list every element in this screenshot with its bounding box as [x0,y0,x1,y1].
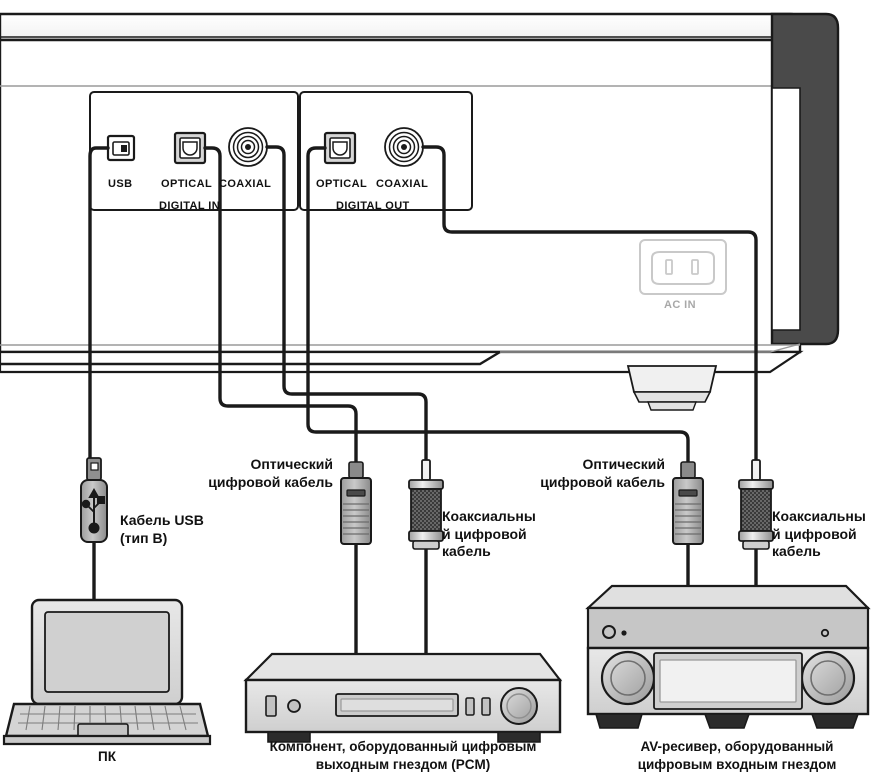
cable-label-coaxial-left-line3: кабель [442,543,491,559]
connection-diagram: USB OPTICAL COAXIAL DIGITAL IN OPTICAL C… [0,0,886,779]
cable-label-usb-line1: Кабель USB [120,512,204,528]
optical-plug-icon-left [340,461,372,662]
port-group-label-digital-in: DIGITAL IN [159,200,221,212]
usb-b-socket-icon[interactable] [106,134,136,162]
port-label-optical-in: OPTICAL [161,178,213,190]
ac-inlet-icon[interactable] [639,239,727,295]
cable-label-optical-left-line2: цифровой кабель [208,473,333,490]
diagram-canvas [0,12,871,746]
cable-label-coaxial-right-line2: й цифровой [772,525,857,542]
cable-label-optical-right-line1: Оптический [582,456,665,472]
device-caption-component: Компонент, оборудованный цифровым выходн… [228,738,578,773]
cable-label-coaxial-left-line2: й цифровой [442,525,527,542]
main-unit-rear [0,12,840,411]
cd-player-icon [243,652,563,743]
device-caption-av-receiver-line2: цифровым входным гнездом [637,756,837,772]
device-caption-av-receiver-line1: AV-ресивер, оборудованный [640,739,834,754]
optical-socket-icon-in[interactable] [173,131,207,165]
cable-label-coaxial-right-line1: Коаксиальны [772,508,866,524]
device-caption-av-receiver: AV-ресивер, оборудованный цифровым входн… [592,738,882,773]
port-group-label-digital-out: DIGITAL OUT [336,200,410,212]
usb-plug-icon [80,457,108,600]
cable-label-coaxial-left-line1: Коаксиальны [442,508,536,524]
rca-plug-icon-right [738,459,774,592]
cable-label-optical-left-line1: Оптический [250,456,333,472]
cable-label-optical-left: Оптический цифровой кабель [208,456,333,491]
cable-label-usb: Кабель USB (тип B) [120,512,204,547]
coaxial-socket-icon-in[interactable] [228,127,268,167]
laptop-icon [2,598,212,746]
optical-socket-icon-out[interactable] [323,131,357,165]
cable-label-optical-right-line2: цифровой кабель [540,473,665,490]
port-label-usb: USB [108,178,133,190]
device-caption-component-line1: Компонент, оборудованный цифровым [269,739,537,754]
coaxial-socket-icon-out[interactable] [384,127,424,167]
cable-label-coaxial-right-line3: кабель [772,543,821,559]
port-label-coaxial-in: COAXIAL [219,178,272,190]
av-receiver-icon [585,584,871,729]
device-caption-pc: ПК [98,749,116,764]
optical-plug-icon-right [672,461,704,592]
cable-label-usb-line2: (тип B) [120,529,168,546]
cable-label-optical-right: Оптический цифровой кабель [540,456,665,491]
cable-label-coaxial-right: Коаксиальны й цифровой кабель [772,508,866,561]
device-caption-component-line2: выходным гнездом (PCM) [315,756,491,772]
port-label-coaxial-out: COAXIAL [376,178,429,190]
rca-plug-icon-left [408,459,444,662]
cable-label-coaxial-left: Коаксиальны й цифровой кабель [442,508,536,561]
port-label-optical-out: OPTICAL [316,178,368,190]
port-label-ac-in: AC IN [664,299,696,311]
unit-foot [626,365,718,411]
